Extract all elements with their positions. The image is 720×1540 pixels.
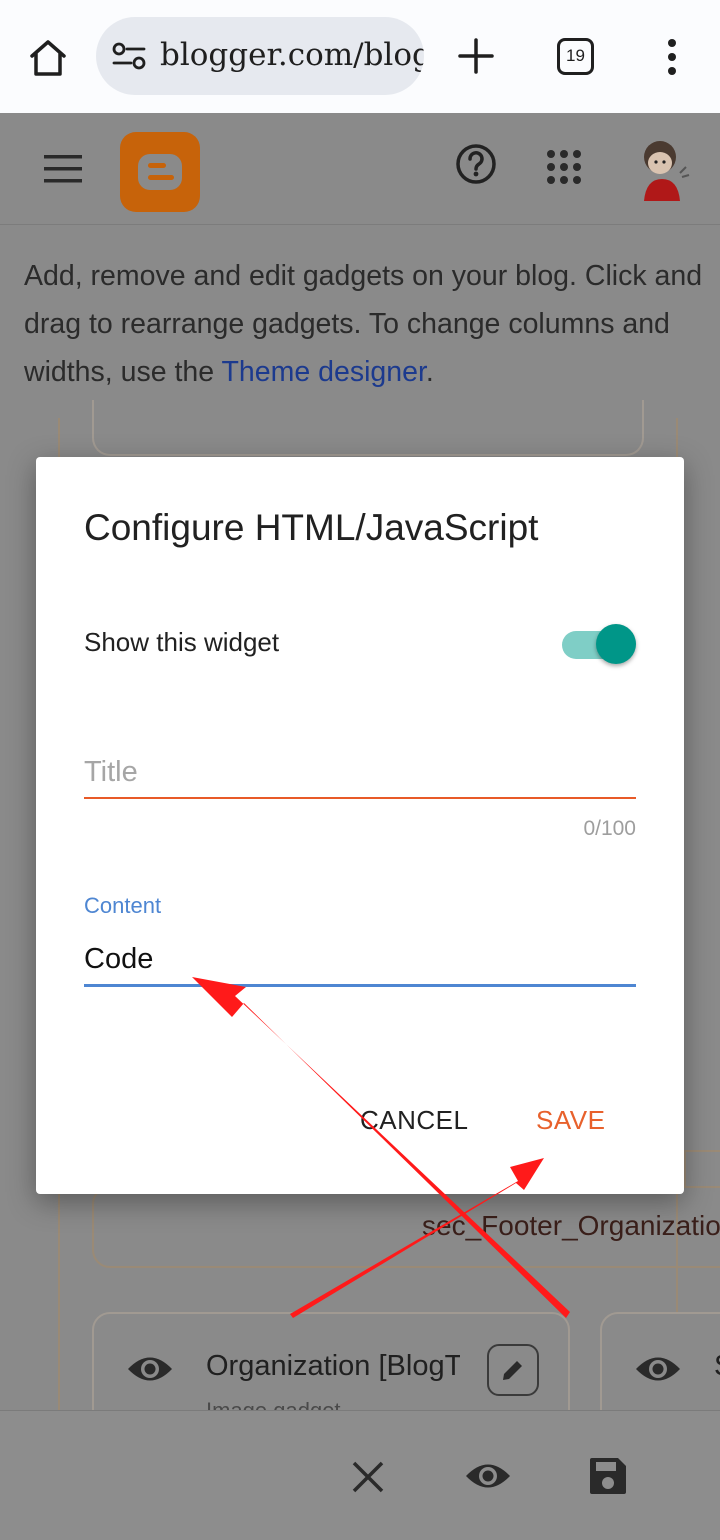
cancel-button[interactable]: CANCEL	[360, 1105, 468, 1136]
site-settings-icon[interactable]	[112, 41, 146, 71]
visibility-eye-icon[interactable]	[126, 1352, 174, 1386]
home-icon[interactable]	[26, 36, 70, 80]
preview-eye-icon[interactable]	[464, 1459, 512, 1493]
menu-dots-icon[interactable]	[666, 38, 678, 76]
close-icon[interactable]	[350, 1459, 386, 1495]
avatar[interactable]	[632, 135, 692, 201]
help-icon[interactable]	[455, 143, 497, 185]
section-divider	[684, 1150, 720, 1186]
dialog-title: Configure HTML/JavaScript	[84, 507, 539, 548]
url-text: blogger.com/blog	[160, 37, 424, 73]
hamburger-icon[interactable]	[44, 155, 84, 183]
footer-section: sec_Footer_Organization	[92, 1186, 720, 1268]
section-label: sec_Footer_Organization	[422, 1210, 720, 1241]
gadget-title: S	[714, 1350, 720, 1383]
app-bar	[0, 113, 720, 225]
intro-text-end: .	[425, 356, 434, 388]
layout-intro-text: Add, remove and edit gadgets on your blo…	[24, 252, 714, 396]
show-widget-label: Show this widget	[84, 627, 280, 657]
pencil-icon	[503, 1361, 522, 1380]
new-tab-icon[interactable]	[456, 36, 496, 76]
blogger-logo[interactable]	[120, 132, 200, 212]
browser-toolbar: blogger.com/blog 19	[0, 0, 720, 113]
title-input[interactable]	[84, 747, 636, 799]
gadget-card	[92, 400, 644, 456]
theme-designer-link[interactable]: Theme designer	[222, 356, 426, 388]
blogger-b-icon	[138, 154, 182, 190]
toggle-thumb[interactable]	[596, 624, 636, 664]
save-button[interactable]: SAVE	[536, 1105, 605, 1136]
content-label: Content	[84, 893, 162, 918]
gadget-title: Organization [BlogTitle]	[206, 1350, 460, 1382]
configure-widget-dialog: Configure HTML/JavaScript Show this widg…	[36, 457, 684, 1194]
save-disk-icon[interactable]	[588, 1456, 628, 1496]
content-input[interactable]	[84, 935, 636, 987]
visibility-eye-icon[interactable]	[634, 1352, 682, 1386]
address-bar[interactable]: blogger.com/blog	[96, 17, 424, 95]
tab-switcher-button[interactable]: 19	[557, 38, 594, 75]
title-char-counter: 0/100	[583, 817, 636, 840]
apps-icon[interactable]	[546, 149, 582, 185]
bottom-toolbar	[0, 1410, 720, 1540]
edit-gadget-button[interactable]	[487, 1344, 539, 1396]
